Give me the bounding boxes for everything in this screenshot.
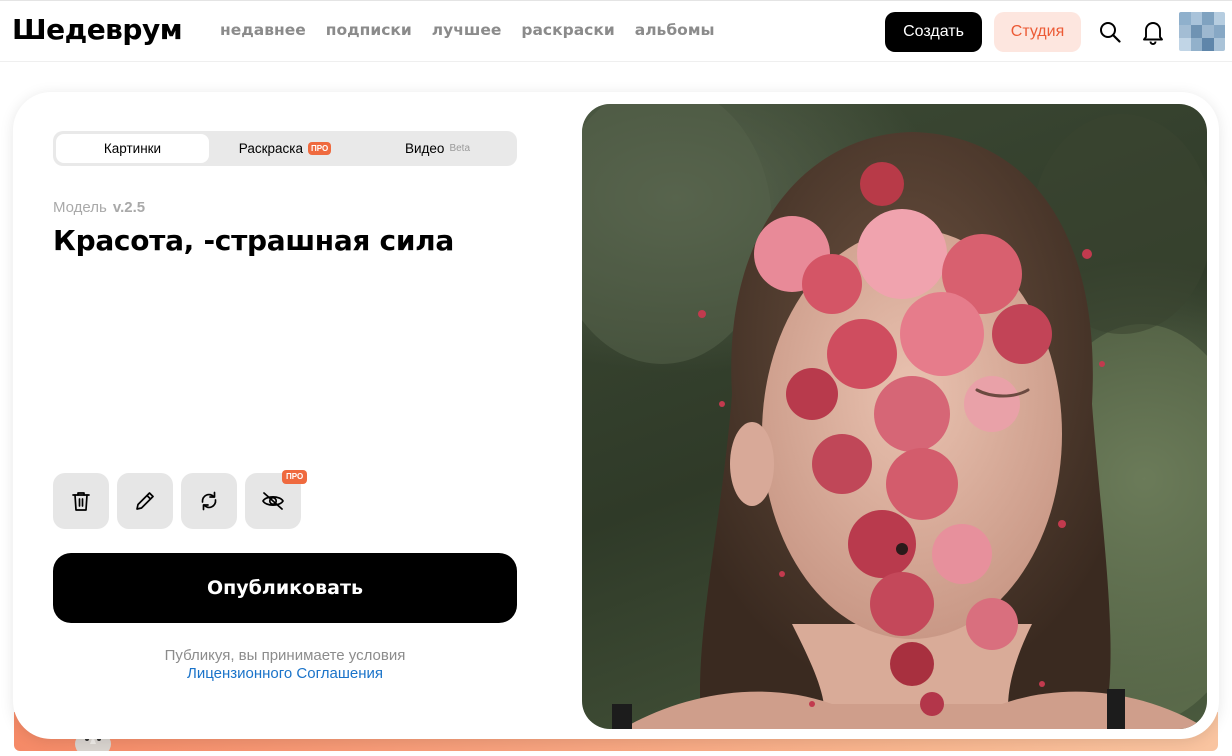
beta-badge: Beta: [449, 143, 471, 154]
nav-coloring[interactable]: раскраски: [521, 21, 614, 39]
search-icon[interactable]: [1097, 19, 1123, 45]
bell-icon[interactable]: [1140, 19, 1166, 45]
nav-recent[interactable]: недавнее: [220, 21, 306, 39]
prompt-text: Красота, -страшная сила: [53, 224, 454, 257]
terms-notice: Публикуя, вы принимаете условия Лицензио…: [53, 647, 517, 683]
tab-coloring[interactable]: Раскраска ПРО: [209, 134, 361, 163]
edit-button[interactable]: [117, 473, 173, 529]
eye-off-icon: [262, 492, 284, 510]
tab-pictures[interactable]: Картинки: [56, 134, 209, 163]
pencil-icon: [136, 492, 154, 510]
tool-pro-badge: ПРО: [282, 470, 308, 484]
publish-button[interactable]: Опубликовать: [53, 553, 517, 623]
refresh-icon: [201, 491, 217, 511]
model-version: v.2.5: [112, 199, 146, 216]
nav-subscriptions[interactable]: подписки: [326, 21, 412, 39]
regenerate-button[interactable]: [181, 473, 237, 529]
nav-best[interactable]: лучшее: [432, 21, 502, 39]
tab-video-label: Видео: [404, 141, 445, 156]
generated-image[interactable]: [582, 104, 1207, 729]
create-button[interactable]: Создать: [885, 12, 982, 52]
model-info: Модель v.2.5: [53, 199, 145, 216]
license-link[interactable]: Лицензионного Соглашения: [53, 665, 517, 683]
delete-button[interactable]: [53, 473, 109, 529]
tab-video[interactable]: Видео Beta: [361, 134, 514, 163]
main-nav: недавнее подписки лучшее раскраски альбо…: [220, 21, 715, 39]
avatar[interactable]: [1179, 12, 1225, 51]
tab-pictures-label: Картинки: [103, 141, 162, 156]
model-label: Модель: [53, 199, 107, 216]
portrait-illustration: [582, 104, 1207, 729]
trash-icon: [72, 492, 90, 511]
tab-coloring-label: Раскраска: [238, 141, 303, 156]
terms-text: Публикуя, вы принимаете условия: [164, 647, 406, 664]
pro-badge: ПРО: [308, 142, 332, 155]
mode-tabs: Картинки Раскраска ПРО Видео Beta: [53, 131, 517, 166]
logo[interactable]: Шедеврум: [12, 13, 183, 46]
nav-albums[interactable]: альбомы: [635, 21, 715, 39]
studio-button[interactable]: Студия: [994, 12, 1081, 52]
top-bar: Шедеврум недавнее подписки лучшее раскра…: [0, 0, 1232, 62]
